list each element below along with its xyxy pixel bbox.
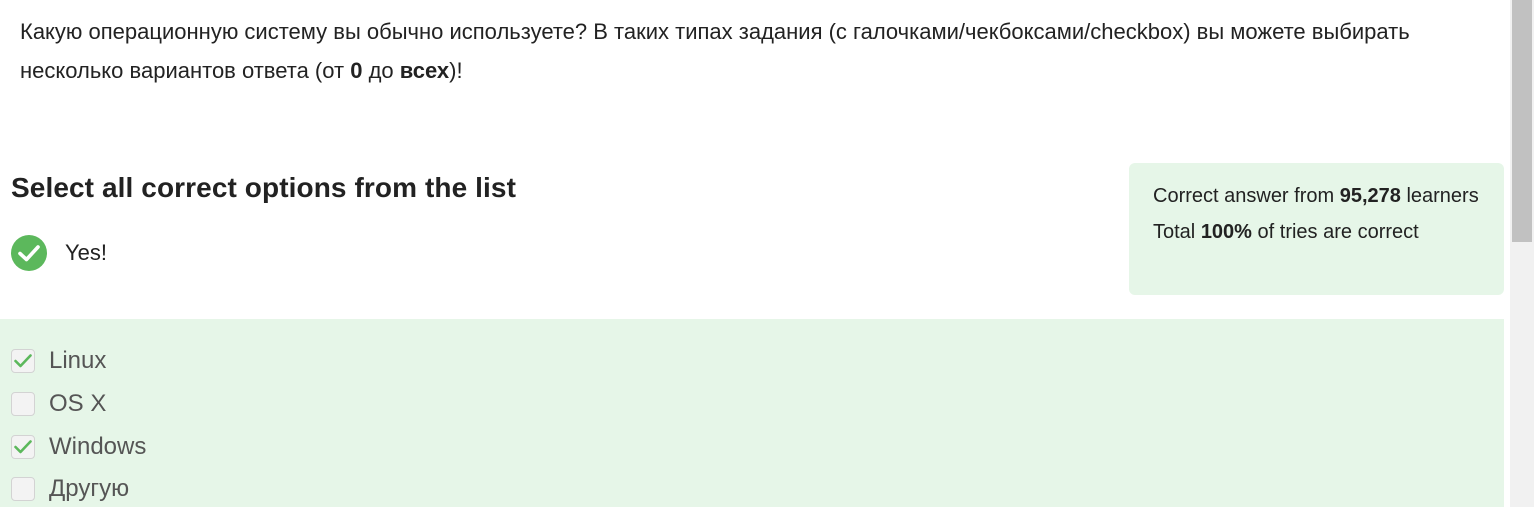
question-bold-max: всех <box>399 58 450 83</box>
stats-learners-suffix: learners <box>1400 185 1479 207</box>
question-part-1: Какую операционную систему вы обычно исп… <box>20 19 1410 83</box>
option-osx-checkbox[interactable] <box>11 392 35 416</box>
stats-percent-suffix: of tries are correct <box>1251 221 1419 243</box>
option-linux[interactable]: Linux <box>11 346 106 376</box>
stats-percent-value: 100% <box>1200 221 1252 243</box>
options-list: Linux OS X Windows Другую <box>0 319 1504 507</box>
vertical-scrollbar[interactable] <box>1510 0 1534 507</box>
stats-learners-count: 95,278 <box>1339 185 1401 207</box>
checkmark-icon <box>14 440 32 454</box>
quiz-title: Select all correct options from the list <box>11 172 517 203</box>
checkmark-icon <box>14 354 32 368</box>
stats-learners-line: Correct answer from 95,278 learners <box>1153 181 1480 211</box>
stats-percent-line: Total 100% of tries are correct <box>1153 217 1480 247</box>
stats-panel: Correct answer from 95,278 learners Tota… <box>1129 163 1504 295</box>
stats-percent-prefix: Total <box>1153 221 1201 243</box>
question-part-2: до <box>362 58 400 83</box>
question-part-3: )! <box>449 58 463 83</box>
option-label: Windows <box>49 433 147 460</box>
option-windows[interactable]: Windows <box>11 432 146 462</box>
feedback-text: Yes! <box>65 240 108 265</box>
option-linux-checkbox[interactable] <box>11 349 35 373</box>
option-other[interactable]: Другую <box>11 474 129 504</box>
option-osx[interactable]: OS X <box>11 389 106 419</box>
stats-learners-prefix: Correct answer from <box>1153 185 1340 207</box>
option-other-checkbox[interactable] <box>11 477 35 501</box>
feedback-row: Yes! <box>11 235 107 271</box>
question-text: Какую операционную систему вы обычно исп… <box>20 12 1490 90</box>
option-windows-checkbox[interactable] <box>11 435 35 459</box>
option-label: OS X <box>49 390 107 417</box>
option-label: Linux <box>49 347 107 374</box>
option-label: Другую <box>49 475 130 502</box>
scrollbar-thumb[interactable] <box>1512 0 1532 242</box>
check-circle-icon <box>11 235 47 271</box>
quiz-page: Какую операционную систему вы обычно исп… <box>0 0 1534 507</box>
question-bold-min: 0 <box>350 58 363 83</box>
